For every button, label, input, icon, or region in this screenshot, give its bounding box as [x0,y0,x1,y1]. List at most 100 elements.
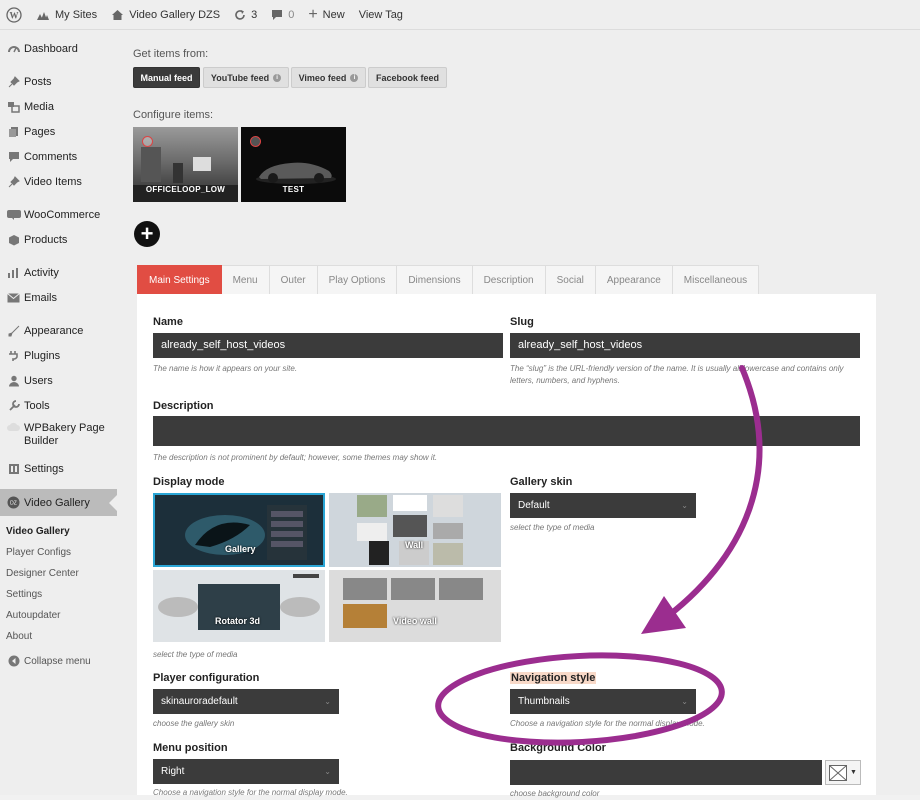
info-icon: i [273,73,282,82]
sidebar-label: Comments [24,150,78,163]
sidebar-item-dashboard[interactable]: Dashboard [0,36,117,61]
navigation-style-hint: Choose a navigation style for the normal… [510,719,705,728]
name-label: Name [153,316,183,328]
products-icon [0,234,24,246]
manual-feed-button[interactable]: Manual feed [133,67,200,88]
name-input[interactable]: already_self_host_videos [153,333,503,358]
sidebar-item-activity[interactable]: Activity [0,260,117,285]
menu-position-hint: Choose a navigation style for the normal… [153,788,348,797]
sidebar-label: Video Items [24,175,82,188]
sidebar-item-video-items[interactable]: Video Items [0,169,117,194]
sidebar-item-woocommerce[interactable]: WooCommerce [0,202,117,227]
sidebar-item-appearance[interactable]: Appearance [0,318,117,343]
sidebar-label: Appearance [24,324,84,337]
color-picker-button[interactable]: ▼ [825,760,861,785]
collapse-menu-button[interactable]: Collapse menu [0,651,117,671]
plugins-icon [0,350,24,362]
background-color-input[interactable] [510,760,822,785]
display-mode-rotator-3d[interactable]: Rotator 3d [153,570,325,642]
collapse-label: Collapse menu [24,655,91,667]
player-config-select[interactable]: skinauroradefault ⌄ [153,689,339,714]
gallery-skin-select[interactable]: Default ⌄ [510,493,696,518]
sidebar-item-products[interactable]: Products [0,227,117,252]
pages-icon [0,126,24,138]
gallery-skin-hint: select the type of media [510,523,595,532]
comments-link[interactable]: 0 [264,0,301,30]
submenu-designer-center[interactable]: Designer Center [0,563,117,584]
tab-menu[interactable]: Menu [221,265,270,295]
menu-position-select[interactable]: Right ⌄ [153,759,339,784]
configure-label: Configure items: [133,109,214,121]
facebook-feed-button[interactable]: Facebook feed [368,67,447,88]
sidebar-item-media[interactable]: Media [0,94,117,119]
video-gallery-submenu: Video Gallery Player Configs Designer Ce… [0,516,117,651]
sidebar-item-comments[interactable]: Comments [0,144,117,169]
sidebar-label: Posts [24,75,52,88]
sidebar-label: Dashboard [24,42,78,55]
sites-icon [36,9,50,21]
svg-text:DZ: DZ [10,501,17,507]
info-icon: i [350,73,359,82]
submenu-about[interactable]: About [0,626,117,647]
chevron-down-icon: ⌄ [324,767,331,776]
display-mode-caption: Video wall [393,616,437,626]
sidebar-item-emails[interactable]: Emails [0,285,117,310]
item-thumbnail[interactable]: OFFICELOOP_LOW [133,127,238,202]
navigation-style-select[interactable]: Thumbnails ⌄ [510,689,696,714]
view-tag-link[interactable]: View Tag [352,0,410,30]
tab-miscellaneous[interactable]: Miscellaneous [672,265,760,295]
tab-outer[interactable]: Outer [269,265,318,295]
site-name-link[interactable]: Video Gallery DZS [104,0,227,30]
wp-logo-icon[interactable]: W [0,0,29,30]
display-mode-video-wall[interactable]: Video wall [329,570,501,642]
add-item-button[interactable]: + [134,221,160,247]
select-value: Right [161,766,185,777]
chevron-down-icon: ⌄ [681,697,688,706]
item-title: TEST [282,185,305,194]
menu-position-label: Menu position [153,742,228,754]
tab-main-settings[interactable]: Main Settings [137,265,222,295]
sidebar-item-users[interactable]: Users [0,368,117,393]
youtube-feed-button[interactable]: YouTube feed i [203,67,289,88]
tab-play-options[interactable]: Play Options [317,265,398,295]
sidebar-item-settings[interactable]: Settings [0,456,117,481]
submenu-settings[interactable]: Settings [0,584,117,605]
tab-dimensions[interactable]: Dimensions [397,265,473,295]
feed-label: YouTube feed [210,72,270,83]
submenu-player-configs[interactable]: Player Configs [0,542,117,563]
delete-item-icon[interactable] [142,136,153,147]
admin-bar: W My Sites Video Gallery DZS 3 0 + New V… [0,0,920,30]
pin-icon [0,175,24,188]
tab-description[interactable]: Description [472,265,546,295]
sidebar-item-video-gallery[interactable]: DZ Video Gallery [0,489,117,516]
sidebar-label: Tools [24,399,50,412]
tab-appearance[interactable]: Appearance [595,265,673,295]
sidebar-item-wpbakery[interactable]: WPBakery Page Builder [0,418,117,456]
sidebar-item-pages[interactable]: Pages [0,119,117,144]
display-mode-caption: Rotator 3d [215,616,260,626]
submenu-video-gallery[interactable]: Video Gallery [0,521,117,542]
sidebar-item-tools[interactable]: Tools [0,393,117,418]
sidebar-item-plugins[interactable]: Plugins [0,343,117,368]
description-textarea[interactable] [153,416,860,446]
slug-input[interactable]: already_self_host_videos [510,333,860,358]
comment-icon [271,9,283,21]
name-hint: The name is how it appears on your site. [153,364,298,373]
pin-icon [0,75,24,88]
display-mode-gallery[interactable]: Gallery [153,493,325,567]
new-content-link[interactable]: + New [301,0,351,30]
vimeo-feed-button[interactable]: Vimeo feed i [291,67,366,88]
admin-sidebar: Dashboard Posts Media Pages Comments Vid… [0,30,117,795]
item-thumbnail[interactable]: TEST [241,127,346,202]
submenu-autoupdater[interactable]: Autoupdater [0,605,117,626]
delete-item-icon[interactable] [250,136,261,147]
site-name-label: Video Gallery DZS [129,8,221,21]
refresh-icon [234,9,246,21]
sidebar-item-posts[interactable]: Posts [0,69,117,94]
my-sites-link[interactable]: My Sites [29,0,104,30]
feed-label: Manual feed [140,72,193,83]
display-mode-wall[interactable]: Wall [329,493,501,567]
display-mode-caption: Wall [405,540,424,550]
updates-link[interactable]: 3 [227,0,264,30]
tab-social[interactable]: Social [545,265,596,295]
